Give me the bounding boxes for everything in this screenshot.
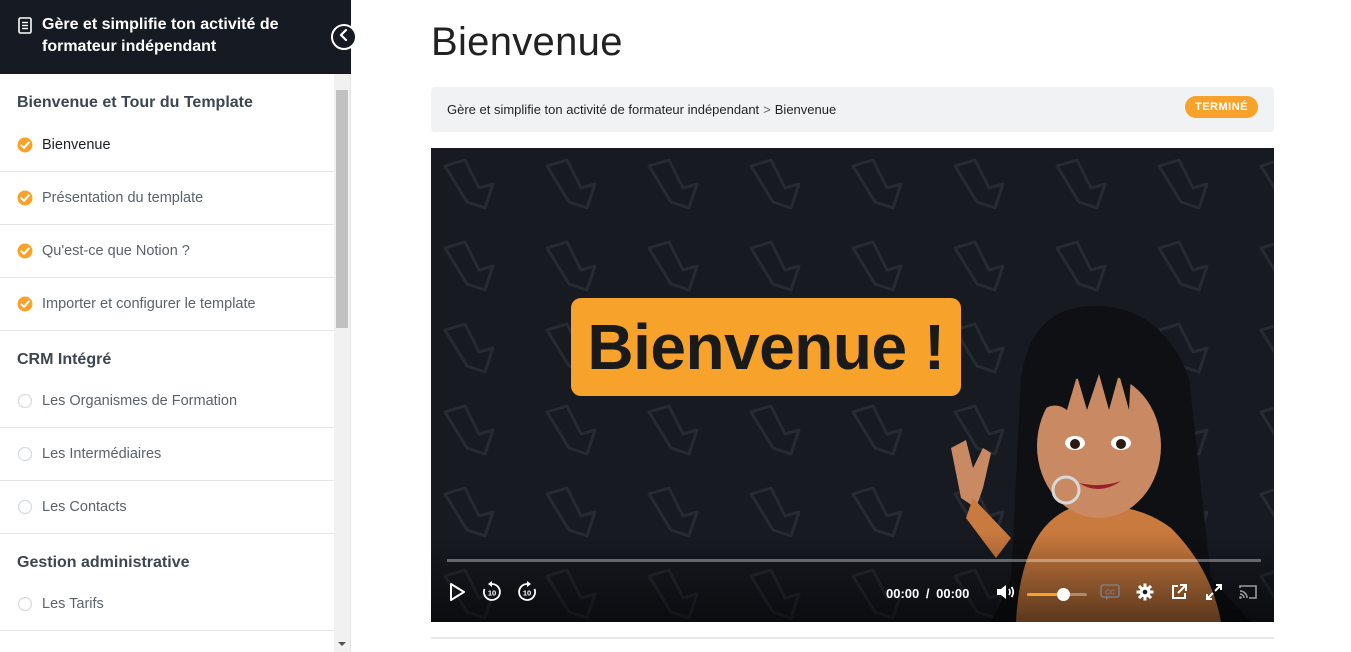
- time-display: 00:00 / 00:00: [886, 586, 969, 601]
- time-separator: /: [925, 586, 930, 601]
- lesson-item[interactable]: Présentation du template: [0, 172, 334, 225]
- section-title: Gestion administrative: [17, 554, 190, 571]
- lesson-label: Bienvenue: [42, 136, 111, 153]
- mute-button[interactable]: [994, 582, 1018, 606]
- breadcrumb-course-link[interactable]: Gère et simplifie ton activité de format…: [447, 102, 759, 117]
- rewind-10-button[interactable]: 10: [480, 580, 504, 608]
- duration: 00:00: [936, 586, 970, 601]
- cast-button[interactable]: [1236, 582, 1260, 606]
- empty-circle-icon: [17, 393, 33, 409]
- volume-icon: [996, 584, 1016, 605]
- sidebar-header: Gère et simplifie ton activité de format…: [0, 0, 351, 74]
- collapse-sidebar-button[interactable]: [331, 24, 357, 50]
- lesson-item[interactable]: Les Contacts: [0, 481, 334, 534]
- course-sidebar: Gère et simplifie ton activité de format…: [0, 0, 357, 652]
- popout-button[interactable]: [1167, 582, 1191, 606]
- page-title: Bienvenue: [431, 20, 623, 64]
- lesson-item[interactable]: Les Intermédiaires: [0, 428, 334, 481]
- lesson-list: Bienvenue et Tour du Template Bienvenue …: [0, 74, 334, 652]
- play-icon: [449, 582, 465, 606]
- section-title: Bienvenue et Tour du Template: [17, 94, 253, 111]
- empty-circle-icon: [17, 596, 33, 612]
- current-time: 00:00: [886, 586, 920, 601]
- breadcrumb: Gère et simplifie ton activité de format…: [431, 87, 1274, 132]
- document-icon: [18, 17, 32, 39]
- welcome-text: Bienvenue !: [587, 311, 945, 383]
- scrollbar-thumb[interactable]: [336, 90, 348, 328]
- check-circle-icon: [17, 190, 33, 206]
- empty-circle-icon: [17, 446, 33, 462]
- gear-icon: [1136, 583, 1154, 606]
- welcome-banner: Bienvenue !: [571, 298, 961, 396]
- lesson-label: Les Contacts: [42, 499, 127, 515]
- captions-button[interactable]: CC: [1098, 582, 1122, 606]
- fullscreen-button[interactable]: [1202, 582, 1226, 606]
- forward-10-button[interactable]: 10: [515, 580, 539, 608]
- svg-text:10: 10: [523, 588, 531, 597]
- lesson-item[interactable]: Les Organismes de Formation: [0, 375, 334, 428]
- sidebar-scrollbar[interactable]: [334, 74, 350, 652]
- scroll-down-arrow-icon[interactable]: [334, 636, 350, 652]
- check-circle-icon: [17, 137, 33, 153]
- empty-circle-icon: [17, 499, 33, 515]
- settings-button[interactable]: [1133, 582, 1157, 606]
- svg-text:CC: CC: [1105, 589, 1115, 596]
- external-link-icon: [1170, 583, 1188, 606]
- video-player[interactable]: Bienvenue ! 10 10 00:00 / 00:00 CC: [431, 148, 1274, 622]
- check-circle-icon: [17, 296, 33, 312]
- lesson-label: Qu'est-ce que Notion ?: [42, 243, 190, 259]
- chevron-left-icon: [339, 28, 349, 46]
- video-progress-bar[interactable]: [447, 559, 1261, 562]
- section-title: CRM Intégré: [17, 351, 112, 368]
- volume-knob[interactable]: [1057, 588, 1070, 601]
- lesson-label: Les Intermédiaires: [42, 446, 162, 462]
- rewind-10-icon: 10: [481, 580, 503, 608]
- breadcrumb-current: Bienvenue: [774, 102, 837, 117]
- status-badge: TERMINÉ: [1185, 96, 1258, 118]
- lesson-item[interactable]: Qu'est-ce que Notion ?: [0, 225, 334, 278]
- svg-text:10: 10: [488, 588, 496, 597]
- lesson-item[interactable]: Les Tarifs: [0, 578, 334, 631]
- play-button[interactable]: [445, 582, 469, 606]
- check-circle-icon: [17, 243, 33, 259]
- breadcrumb-separator: >: [763, 102, 771, 117]
- lesson-label: Les Organismes de Formation: [42, 393, 238, 409]
- lesson-label: Les Tarifs: [42, 596, 104, 612]
- captions-icon: CC: [1100, 583, 1120, 605]
- cast-icon: [1238, 584, 1258, 605]
- divider: [431, 637, 1274, 639]
- lesson-item[interactable]: Bienvenue: [0, 118, 334, 172]
- volume-slider[interactable]: [1027, 588, 1087, 601]
- lesson-label: Importer et configurer le template: [42, 296, 256, 312]
- lesson-item[interactable]: Importer et configurer le template: [0, 278, 334, 331]
- forward-10-icon: 10: [516, 580, 538, 608]
- controls-overlay: [431, 532, 1274, 622]
- course-title: Gère et simplifie ton activité de format…: [42, 16, 279, 55]
- lesson-label: Présentation du template: [42, 190, 204, 206]
- fullscreen-icon: [1205, 583, 1223, 606]
